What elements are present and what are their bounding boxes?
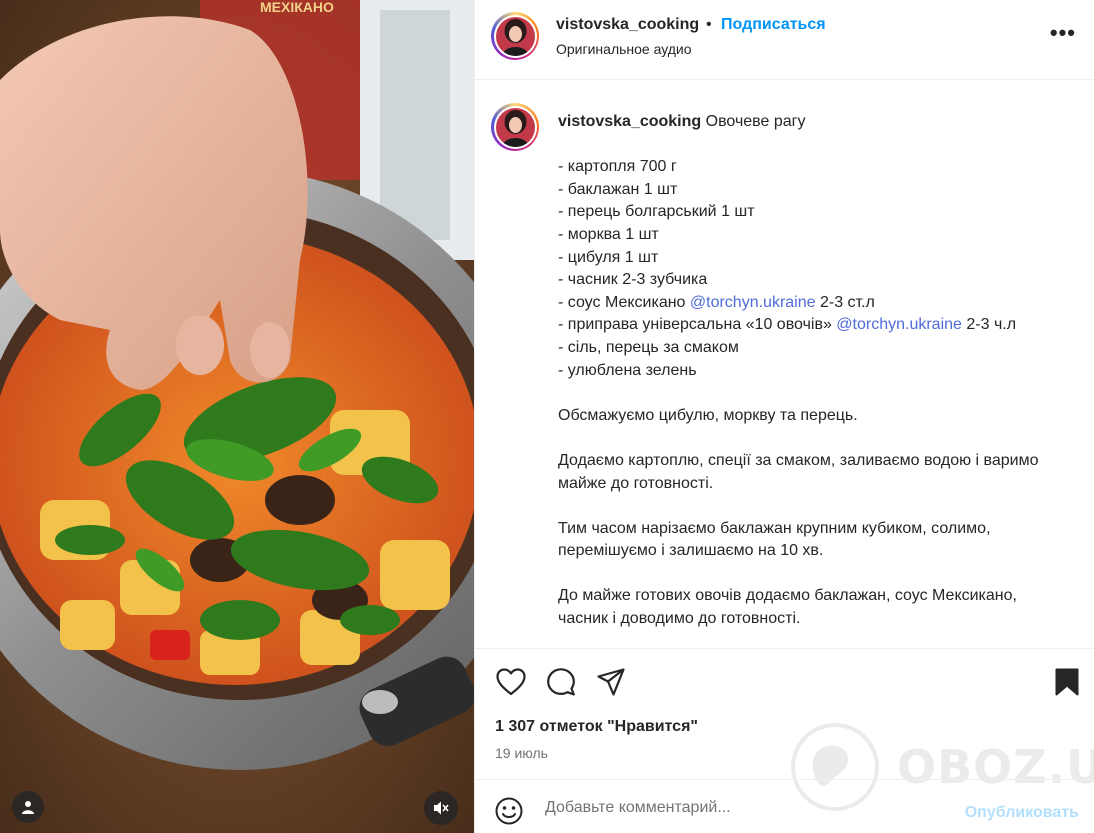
package-label: МЕХІКАНО (260, 0, 334, 15)
ingredient-item: - улюблена зелень (558, 361, 697, 379)
more-options-button[interactable]: ••• (1050, 22, 1076, 44)
ingredient-text: - соус Мексикано (558, 293, 690, 311)
ingredient-item: - морква 1 шт (558, 225, 659, 243)
comment-button[interactable] (545, 666, 577, 698)
caption-area: vistovska_cooking Овочеве рагу - картопл… (475, 81, 1094, 649)
post-details-panel: vistovska_cooking • Подписаться Оригинал… (474, 0, 1094, 833)
audio-link[interactable]: Оригинальное аудио (556, 41, 692, 57)
comment-bar: Опубликовать (475, 779, 1094, 833)
recipe-step: Додаємо картоплю, спеції за смаком, зали… (558, 451, 1039, 469)
ingredient-item: - картопля 700 г (558, 158, 677, 176)
avatar-photo (495, 107, 535, 147)
ingredient-item-sauce: - соус Мексикано @torchyn.ukraine 2-3 ст… (558, 292, 1088, 315)
share-button[interactable] (595, 666, 627, 698)
separator-dot: • (706, 16, 712, 33)
likes-count[interactable]: 1 307 отметок "Нравится" (495, 718, 698, 736)
caption-username-link[interactable]: vistovska_cooking (558, 113, 701, 130)
comment-input[interactable] (545, 794, 925, 822)
author-avatar[interactable] (491, 12, 539, 60)
mention-link[interactable]: @torchyn.ukraine (690, 294, 816, 311)
post-date[interactable]: 19 июль (495, 745, 548, 761)
ingredient-text: 2-3 ст.л (815, 293, 875, 311)
follow-button[interactable]: Подписаться (721, 16, 826, 34)
mention-link[interactable]: @torchyn.ukraine (836, 316, 962, 333)
bookmark-icon (1055, 668, 1079, 696)
author-username-link[interactable]: vistovska_cooking (556, 16, 699, 34)
post-header: vistovska_cooking • Подписаться Оригинал… (475, 0, 1094, 80)
save-button[interactable] (1051, 666, 1083, 698)
speaker-muted-icon (434, 801, 449, 815)
ingredient-item: - перець болгарський 1 шт (558, 203, 755, 221)
caption-avatar[interactable] (491, 103, 539, 151)
mute-button[interactable] (424, 791, 458, 825)
user-icon (22, 801, 34, 814)
ingredient-text: 2-3 ч.л (961, 316, 1017, 334)
ingredient-item: - баклажан 1 шт (558, 180, 678, 198)
publish-comment-button[interactable]: Опубликовать (965, 804, 1079, 822)
ingredient-item-spice: - приправа універсальна «10 овочів» @tor… (558, 314, 1088, 337)
ingredient-item: - часник 2-3 зубчика (558, 271, 708, 289)
caption-title: Овочеве рагу (705, 113, 806, 130)
food-video-frame: МЕХІКАНО (0, 0, 474, 833)
caption-text: vistovska_cooking Овочеве рагу - картопл… (558, 111, 1088, 631)
smiley-icon (495, 797, 523, 825)
like-button[interactable] (495, 666, 527, 698)
recipe-step: майже до готовності. (558, 474, 714, 492)
paper-plane-icon (597, 668, 625, 696)
ingredient-text: - приправа універсальна «10 овочів» (558, 316, 837, 334)
ingredient-item: - цибуля 1 шт (558, 248, 659, 266)
recipe-step: Обсмажуємо цибулю, моркву та перець. (558, 406, 858, 424)
speech-bubble-icon (547, 668, 575, 696)
heart-icon (496, 668, 526, 696)
ingredient-item: - сіль, перець за смаком (558, 338, 739, 356)
recipe-step: перемішуємо і залишаємо на 10 хв. (558, 542, 824, 560)
recipe-step: До майже готових овочів додаємо баклажан… (558, 587, 1017, 605)
avatar-photo (495, 16, 535, 56)
recipe-step: часник і доводимо до готовності. (558, 610, 801, 628)
emoji-button[interactable] (495, 797, 523, 830)
tagged-users-button[interactable] (12, 791, 44, 823)
post-media[interactable]: МЕХІКАНО (0, 0, 474, 833)
recipe-step: Тим часом нарізаємо баклажан крупним куб… (558, 519, 991, 537)
